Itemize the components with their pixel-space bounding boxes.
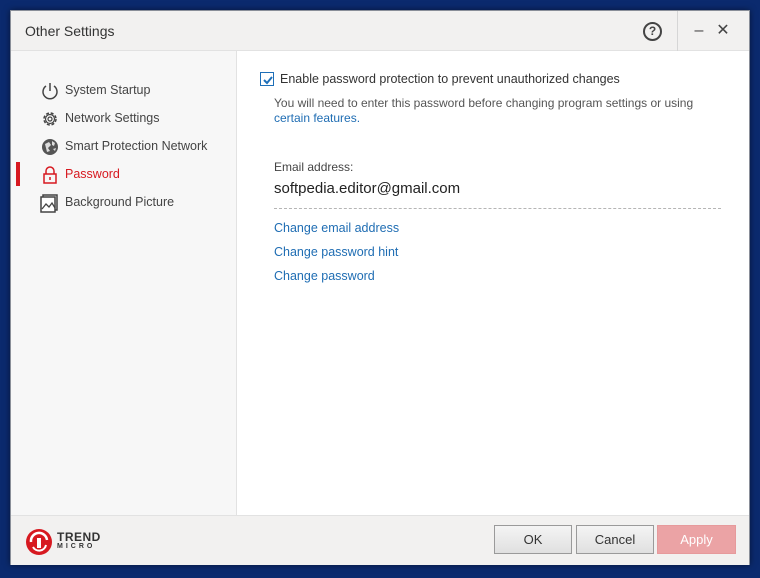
power-icon	[39, 80, 61, 102]
close-button[interactable]: ✕	[715, 21, 731, 41]
password-note: You will need to enter this password bef…	[274, 96, 724, 126]
checkmark-icon	[263, 76, 273, 85]
password-note-text: You will need to enter this password bef…	[274, 96, 694, 110]
password-panel: Enable password protection to prevent un…	[238, 51, 749, 515]
sidebar: System Startup Network Settings Smart Pr…	[11, 51, 237, 515]
gear-icon	[39, 108, 61, 130]
change-email-link[interactable]: Change email address	[274, 221, 399, 235]
divider	[274, 208, 721, 209]
certain-features-link[interactable]: certain features.	[274, 111, 360, 125]
minimize-button[interactable]: –	[691, 21, 707, 41]
logo-text-trend: TREND	[57, 530, 101, 544]
globe-icon	[39, 136, 61, 158]
sidebar-item-label: System Startup	[65, 83, 151, 97]
apply-button[interactable]: Apply	[657, 525, 736, 554]
footer: TREND MICRO OK Cancel Apply	[11, 515, 749, 565]
change-password-link[interactable]: Change password	[274, 269, 375, 283]
settings-window: Other Settings ? – ✕ System Startup Netw…	[10, 10, 750, 565]
sidebar-item-password[interactable]: Password	[11, 160, 237, 188]
sidebar-item-smart-protection-network[interactable]: Smart Protection Network	[11, 132, 237, 160]
sidebar-item-label: Background Picture	[65, 195, 175, 209]
sidebar-item-background-picture[interactable]: Background Picture	[11, 188, 237, 216]
email-value: softpedia.editor@gmail.com	[274, 180, 461, 197]
sidebar-item-system-startup[interactable]: System Startup	[11, 76, 237, 104]
picture-icon	[39, 192, 61, 214]
sidebar-item-network-settings[interactable]: Network Settings	[11, 104, 237, 132]
logo-text-micro: MICRO	[57, 543, 96, 550]
lock-icon	[39, 164, 61, 186]
change-password-hint-link[interactable]: Change password hint	[274, 245, 398, 259]
window-title: Other Settings	[25, 23, 115, 39]
title-bar-divider	[677, 11, 678, 51]
sidebar-item-label: Smart Protection Network	[65, 139, 208, 153]
email-label: Email address:	[274, 160, 354, 174]
sidebar-item-label: Password	[65, 167, 120, 181]
enable-password-label[interactable]: Enable password protection to prevent un…	[280, 72, 620, 86]
title-bar: Other Settings ? – ✕	[11, 11, 749, 51]
enable-password-checkbox[interactable]	[260, 72, 274, 86]
trend-micro-logo-icon	[26, 529, 52, 555]
trend-micro-logo: TREND MICRO	[25, 526, 115, 556]
ok-button[interactable]: OK	[494, 525, 572, 554]
help-icon[interactable]: ?	[643, 22, 662, 41]
cancel-button[interactable]: Cancel	[576, 525, 654, 554]
sidebar-item-label: Network Settings	[65, 111, 160, 125]
